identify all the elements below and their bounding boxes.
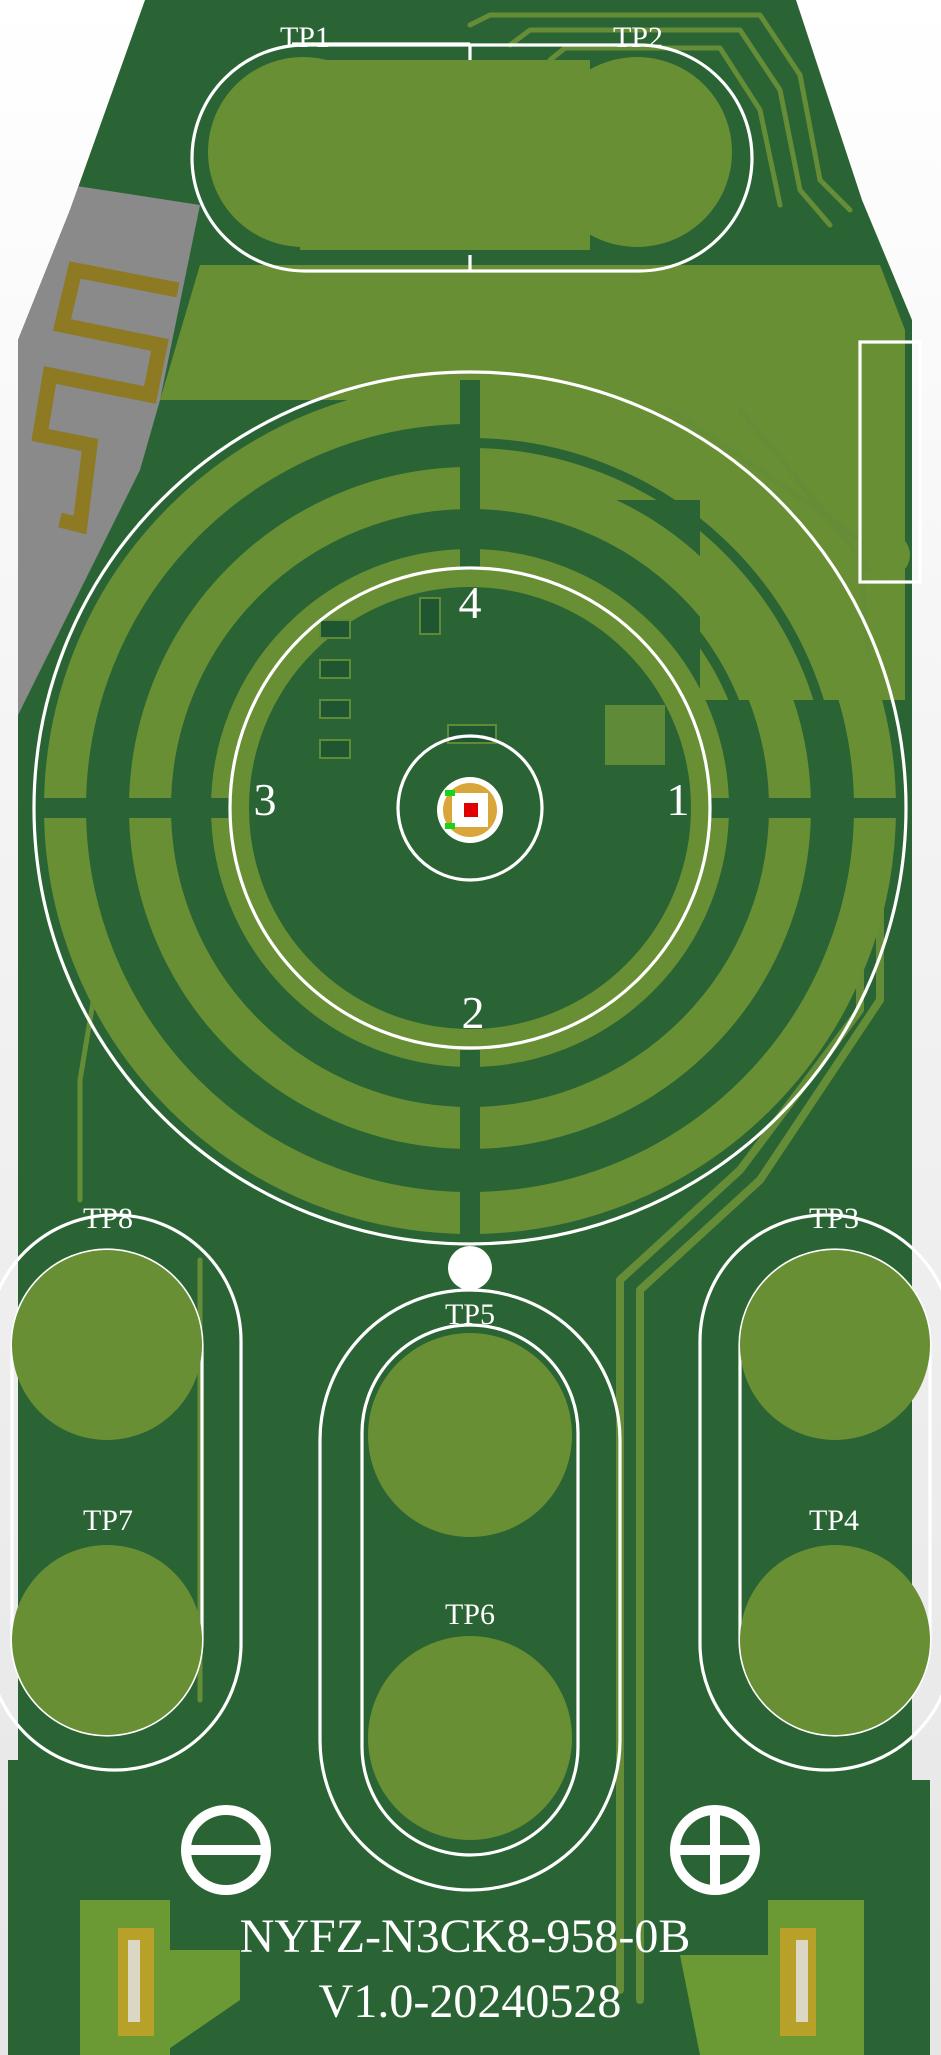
key-label-2: 2 [462, 987, 485, 1038]
tp2-label: TP2 [613, 21, 663, 54]
tp4-label: TP4 [809, 1504, 859, 1537]
tp5-label: TP5 [445, 1298, 495, 1331]
key-label-3: 3 [254, 774, 277, 825]
tp6-label: TP6 [445, 1598, 495, 1631]
tp1-label: TP1 [280, 21, 330, 54]
pcb-board: 4 1 3 2 TP1 TP2 TP8 TP7 TP5 TP6 TP3 TP4 [0, 0, 941, 2055]
center-led [437, 777, 503, 843]
board-part-number: NYFZ-N3CK8-958-0B [240, 1910, 691, 1963]
board-version: V1.0-20240528 [319, 1975, 622, 2028]
side-connector-pad [866, 533, 910, 577]
key-label-4: 4 [459, 577, 482, 628]
fiducial-dot [448, 1246, 492, 1290]
key-label-1: 1 [667, 774, 690, 825]
tp7-label: TP7 [83, 1504, 133, 1537]
plus-circle-icon [670, 1805, 760, 1895]
tp3-label: TP3 [809, 1202, 859, 1235]
tp8-label: TP8 [83, 1202, 133, 1235]
